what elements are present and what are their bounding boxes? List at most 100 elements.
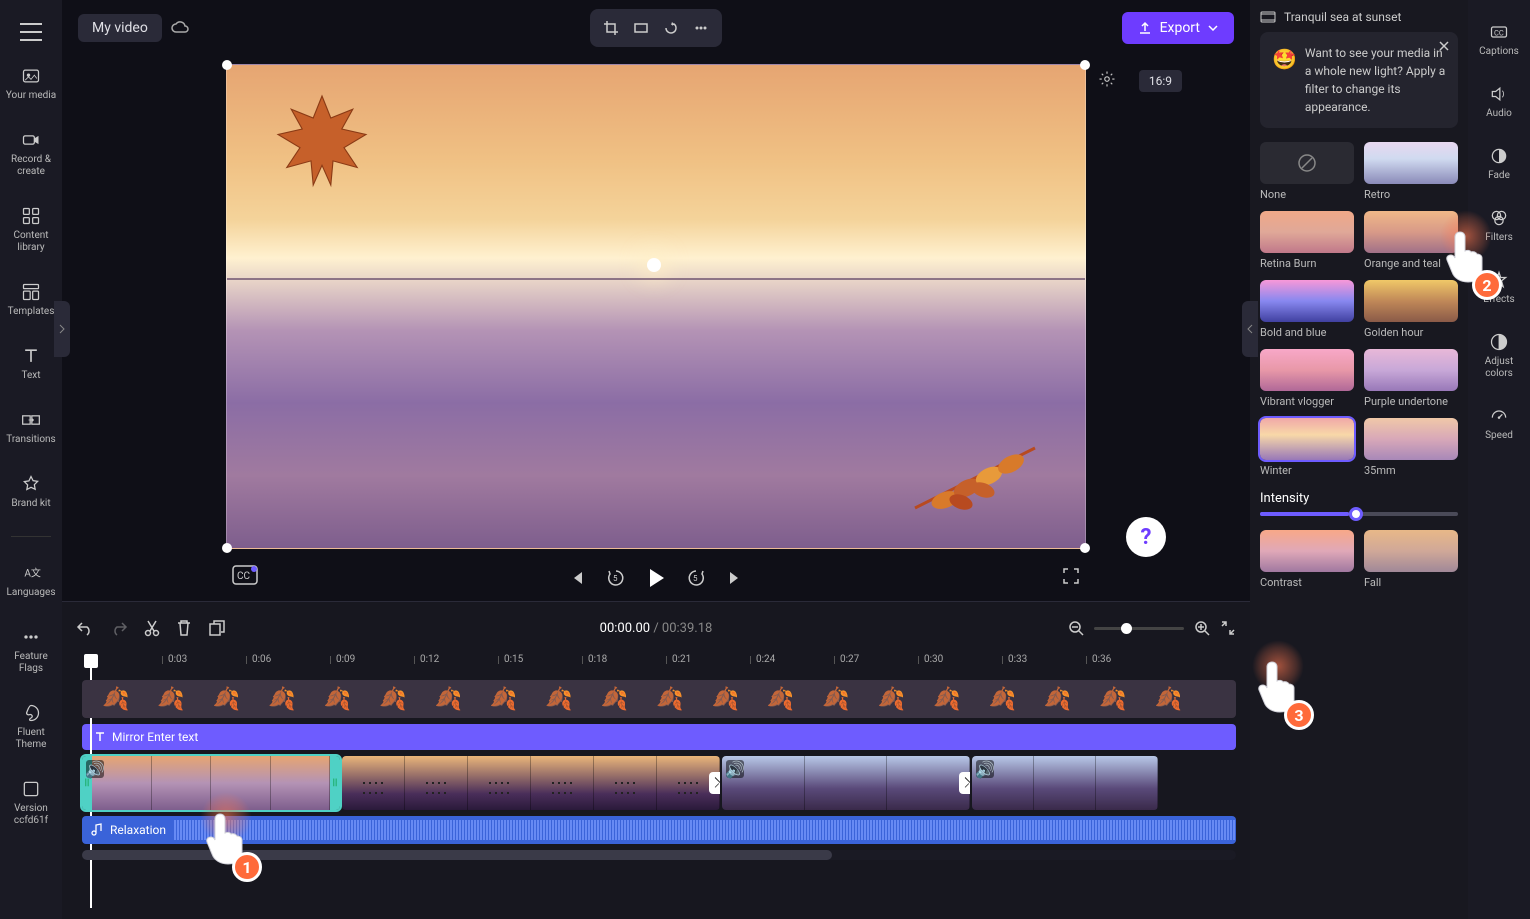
filter-35mm[interactable]: 35mm xyxy=(1364,418,1458,477)
delete-icon[interactable] xyxy=(176,619,192,637)
rotate-icon[interactable] xyxy=(658,15,684,41)
audio-clip[interactable]: Relaxation xyxy=(82,816,1236,844)
resize-handle-tr[interactable] xyxy=(1080,60,1090,70)
text-clip[interactable]: Mirror Enter text xyxy=(82,724,1236,750)
resize-handle-tl[interactable] xyxy=(222,60,232,70)
playhead[interactable] xyxy=(84,654,98,668)
filter-purple-undertone[interactable]: Purple undertone xyxy=(1364,349,1458,408)
expand-left-handle[interactable] xyxy=(54,301,70,357)
fit-zoom-icon[interactable] xyxy=(1220,620,1236,636)
prop-speed[interactable]: Speed xyxy=(1481,396,1517,452)
label: Templates xyxy=(8,306,55,318)
timeline-ruler[interactable]: 0:03 0:06 0:09 0:12 0:15 0:18 0:21 0:24 … xyxy=(82,654,1236,674)
prop-effects[interactable]: Effects xyxy=(1479,260,1518,316)
zoom-slider[interactable] xyxy=(1094,627,1184,630)
tick: 0:33 xyxy=(1008,654,1027,665)
sidebar-text[interactable]: Text xyxy=(17,336,45,392)
skip-back-icon[interactable] xyxy=(568,569,586,587)
play-icon[interactable] xyxy=(646,567,666,589)
zoom-in-icon[interactable] xyxy=(1194,620,1210,636)
timeline-toolbar: 00:00.00 / 00:39.18 xyxy=(76,612,1236,644)
clip-handle-right[interactable]: || xyxy=(330,756,340,810)
captions-toggle-icon[interactable]: CC xyxy=(232,565,258,585)
sticker-track[interactable]: 🍂🍂🍂🍂🍂🍂🍂🍂🍂🍂🍂🍂🍂🍂🍂🍂🍂🍂🍂🍂 xyxy=(82,680,1236,718)
filter-retina-burn[interactable]: Retina Burn xyxy=(1260,211,1354,270)
split-icon[interactable] xyxy=(144,619,160,637)
clip-mute-icon[interactable]: 🔊 xyxy=(726,760,744,778)
none-icon xyxy=(1297,153,1317,173)
sidebar-fluent-theme[interactable]: Fluent Theme xyxy=(0,693,62,761)
prop-filters[interactable]: Filters xyxy=(1481,198,1517,254)
zoom-out-icon[interactable] xyxy=(1068,620,1084,636)
clip-mute-icon[interactable]: 🔊 xyxy=(976,760,994,778)
label: Feature Flags xyxy=(4,651,58,675)
video-clip-2[interactable]: 🔊 ⤭ xyxy=(342,756,720,810)
prop-adjust-colors[interactable]: Adjust colors xyxy=(1468,322,1530,390)
fullscreen-icon[interactable] xyxy=(1062,567,1080,585)
forward-5-icon[interactable]: 5 xyxy=(686,568,706,588)
clip-mute-icon[interactable]: 🔊 xyxy=(86,760,104,778)
label: Languages xyxy=(7,587,56,599)
label: Brand kit xyxy=(11,498,50,510)
more-icon[interactable] xyxy=(688,15,714,41)
video-clip-1[interactable]: || 🔊 || xyxy=(82,756,340,810)
hamburger-menu-icon[interactable] xyxy=(15,16,47,48)
filter-vibrant-vlogger[interactable]: Vibrant vlogger xyxy=(1260,349,1354,408)
transition-icon[interactable]: ⤭ xyxy=(709,772,720,794)
sidebar-version[interactable]: Version ccfd61f xyxy=(0,769,62,837)
filter-bold-blue[interactable]: Bold and blue xyxy=(1260,280,1354,339)
video-clip-4[interactable]: 🔊 xyxy=(972,756,1158,810)
prop-captions[interactable]: CCCaptions xyxy=(1475,12,1523,68)
prop-fade[interactable]: Fade xyxy=(1484,136,1514,192)
canvas-settings-icon[interactable] xyxy=(1098,70,1116,88)
sidebar-brand-kit[interactable]: Brand kit xyxy=(7,464,54,520)
duplicate-icon[interactable] xyxy=(208,619,226,637)
resize-handle-br[interactable] xyxy=(1080,543,1090,553)
tick: 0:03 xyxy=(168,654,187,665)
filter-fall[interactable]: Fall xyxy=(1364,530,1458,589)
expand-right-handle[interactable] xyxy=(1242,301,1258,357)
cloud-sync-icon[interactable] xyxy=(170,20,190,36)
filter-contrast[interactable]: Contrast xyxy=(1260,530,1354,589)
resize-handle-bl[interactable] xyxy=(222,543,232,553)
help-button[interactable]: ? xyxy=(1126,517,1166,557)
export-button[interactable]: Export xyxy=(1122,12,1234,44)
upload-icon xyxy=(1138,21,1152,35)
video-clip-3[interactable]: 🔊 ⤭ xyxy=(722,756,970,810)
crop-icon[interactable] xyxy=(598,15,624,41)
video-canvas[interactable] xyxy=(226,64,1086,549)
intensity-label: Intensity xyxy=(1260,491,1458,506)
close-icon[interactable] xyxy=(1438,40,1450,52)
sidebar-content-library[interactable]: Content library xyxy=(0,196,62,264)
redo-icon[interactable] xyxy=(110,620,128,636)
sidebar-transitions[interactable]: Transitions xyxy=(2,400,59,456)
filter-golden-hour[interactable]: Golden hour xyxy=(1364,280,1458,339)
undo-icon[interactable] xyxy=(76,620,94,636)
sidebar-templates[interactable]: Templates xyxy=(4,272,59,328)
skip-forward-icon[interactable] xyxy=(726,569,744,587)
sidebar-more[interactable]: Feature Flags xyxy=(0,617,62,685)
tick: 0:15 xyxy=(504,654,523,665)
transition-icon[interactable]: ⤭ xyxy=(959,772,970,794)
prop-audio[interactable]: Audio xyxy=(1482,74,1516,130)
filter-retro[interactable]: Retro xyxy=(1364,142,1458,201)
filter-grid: None Retro Retina Burn Orange and teal B… xyxy=(1260,142,1458,589)
filter-none[interactable]: None xyxy=(1260,142,1354,201)
sidebar-your-media[interactable]: Your media xyxy=(2,56,60,112)
filter-winter[interactable]: Winter xyxy=(1260,418,1354,477)
branch-leaves-sticker[interactable] xyxy=(905,428,1045,518)
svg-text:CC: CC xyxy=(1494,28,1504,37)
project-title[interactable]: My video xyxy=(78,14,162,42)
text-clip-label: Mirror Enter text xyxy=(112,730,198,744)
sidebar-record-create[interactable]: Record & create xyxy=(0,120,62,188)
intensity-slider[interactable] xyxy=(1260,512,1458,516)
maple-leaf-sticker[interactable] xyxy=(257,85,387,195)
timeline: 00:00.00 / 00:39.18 0:03 0:06 0:09 0:12 … xyxy=(62,601,1250,919)
sidebar-languages[interactable]: A文 Languages xyxy=(3,553,60,609)
rewind-5-icon[interactable]: 5 xyxy=(606,568,626,588)
frame-icon[interactable] xyxy=(628,15,654,41)
tutorial-step-3: 3 xyxy=(1250,640,1314,730)
aspect-ratio-chip[interactable]: 16:9 xyxy=(1139,70,1182,92)
timeline-scrollbar[interactable] xyxy=(82,850,1236,860)
filter-orange-teal[interactable]: Orange and teal xyxy=(1364,211,1458,270)
